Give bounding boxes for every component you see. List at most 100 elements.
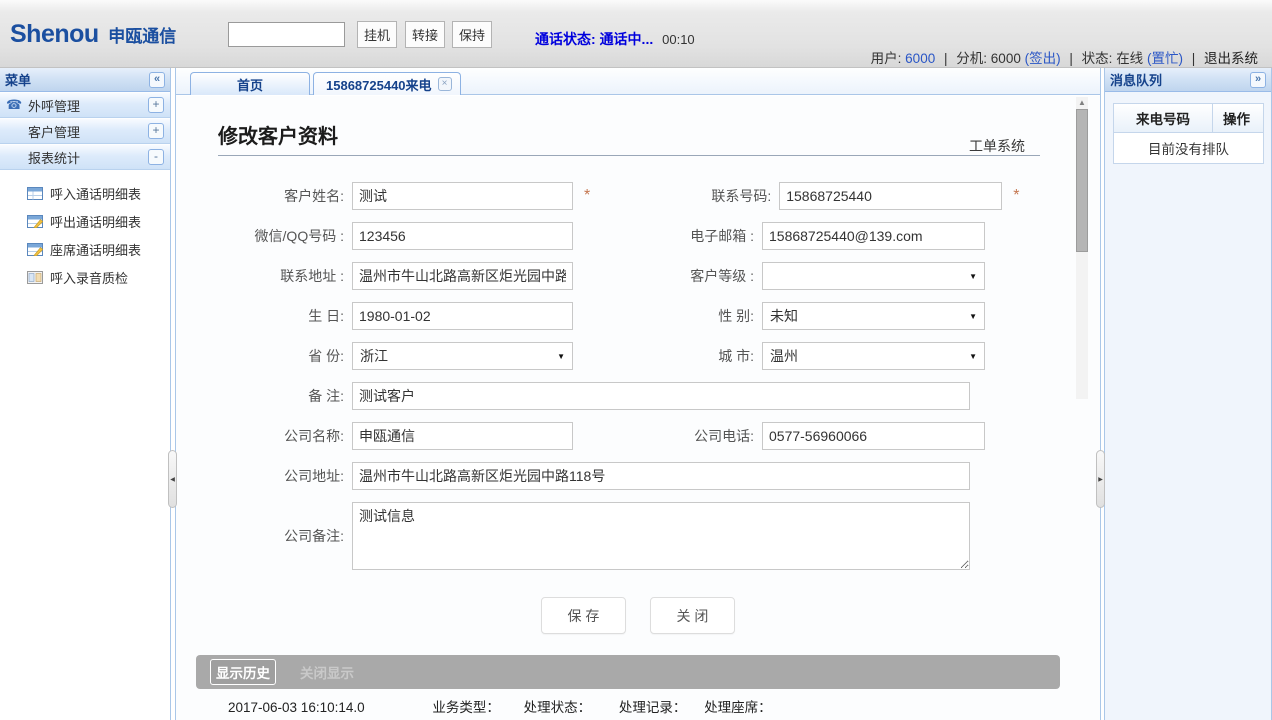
- scrollbar-thumb[interactable]: [1076, 109, 1088, 252]
- history-toolbar: 显示历史 关闭显示: [196, 655, 1060, 689]
- expand-queue-icon[interactable]: »: [1250, 72, 1266, 88]
- select-value: 未知: [770, 306, 798, 326]
- set-busy-link[interactable]: (置忙): [1147, 51, 1183, 66]
- left-splitter-handle[interactable]: ◀: [168, 450, 177, 508]
- work-order-system-link[interactable]: 工单系统: [969, 136, 1025, 156]
- state-label: 状态:: [1082, 51, 1113, 66]
- brand-logo-en: Shenou: [10, 20, 99, 48]
- sidebar-item-label: 呼入通话明细表: [50, 184, 141, 203]
- table-edit-icon: [27, 215, 43, 228]
- title-divider: [218, 155, 1040, 156]
- company-address-input[interactable]: [352, 462, 970, 490]
- page-title: 修改客户资料: [218, 120, 338, 149]
- collapse-icon[interactable]: -: [148, 149, 164, 165]
- divider: |: [944, 51, 948, 66]
- phone-icon: ☎: [6, 97, 24, 113]
- sidebar-group-reports[interactable]: 报表统计 -: [0, 144, 170, 170]
- sidebar-item-label: 呼出通话明细表: [50, 212, 141, 231]
- main-panel: 首页 15868725440来电 × 修改客户资料 工单系统 客户姓名: * 联…: [176, 68, 1101, 720]
- save-button[interactable]: 保 存: [541, 597, 626, 634]
- expand-icon[interactable]: +: [148, 97, 164, 113]
- province-select[interactable]: 浙江 ▼: [352, 342, 573, 370]
- customer-form: 客户姓名: * 联系号码: * 微信/QQ号码 : 电子邮箱 : 联系地址 :: [176, 182, 1100, 582]
- form-row: 备 注:: [176, 382, 1100, 410]
- field-label: 公司备注:: [176, 526, 352, 546]
- customer-level-select[interactable]: ▼: [762, 262, 985, 290]
- sidebar-item-agent-call-report[interactable]: 座席通话明细表: [0, 235, 170, 263]
- sidebar-group-label: 报表统计: [28, 148, 80, 167]
- table-report-icon: [27, 187, 43, 200]
- sidebar-item-inbound-call-report[interactable]: 呼入通话明细表: [0, 179, 170, 207]
- company-name-input[interactable]: [352, 422, 573, 450]
- field-label: 客户姓名:: [176, 186, 352, 206]
- email-input[interactable]: [762, 222, 985, 250]
- queue-table: 来电号码 操作 目前没有排队: [1113, 103, 1264, 164]
- field-label: 联系号码:: [590, 186, 779, 206]
- company-phone-input[interactable]: [762, 422, 985, 450]
- contact-address-input[interactable]: [352, 262, 573, 290]
- birthday-input[interactable]: [352, 302, 573, 330]
- queue-empty-row: 目前没有排队: [1114, 133, 1263, 163]
- form-row: 公司名称: 公司电话:: [176, 422, 1100, 450]
- hold-button[interactable]: 保持: [452, 21, 492, 48]
- tab-home[interactable]: 首页: [190, 72, 310, 95]
- company-remark-textarea[interactable]: 测试信息: [352, 502, 970, 570]
- tab-incoming-call[interactable]: 15868725440来电 ×: [313, 72, 461, 95]
- sidebar-item-inbound-recording-qc[interactable]: 呼入录音质检: [0, 263, 170, 291]
- chevron-down-icon: ▼: [969, 272, 977, 281]
- field-label: 联系地址 :: [176, 266, 352, 286]
- main-scrollbar[interactable]: ▲: [1076, 97, 1088, 399]
- field-label: 公司名称:: [176, 426, 352, 446]
- dial-number-input[interactable]: [228, 22, 345, 47]
- show-history-button[interactable]: 显示历史: [210, 659, 276, 685]
- customer-name-input[interactable]: [352, 182, 573, 210]
- process-record-label: 处理记录：: [619, 700, 687, 715]
- remark-input[interactable]: [352, 382, 970, 410]
- field-label: 公司电话:: [573, 426, 762, 446]
- city-select[interactable]: 温州 ▼: [762, 342, 985, 370]
- scroll-up-icon[interactable]: ▲: [1076, 97, 1088, 109]
- right-splitter-handle[interactable]: ▶: [1096, 450, 1105, 508]
- form-row: 公司地址:: [176, 462, 1100, 490]
- session-info: 用户: 6000 | 分机: 6000 (签出) | 状态: 在线 (置忙) |…: [871, 47, 1258, 67]
- transfer-button[interactable]: 转接: [405, 21, 445, 48]
- hide-history-button[interactable]: 关闭显示: [300, 662, 354, 682]
- field-label: 公司地址:: [176, 466, 352, 486]
- chevron-down-icon: ▼: [969, 352, 977, 361]
- field-label: 电子邮箱 :: [573, 226, 762, 246]
- history-timestamp: 2017-06-03 16:10:14.0: [228, 700, 365, 715]
- column-caller-number: 来电号码: [1114, 104, 1212, 132]
- gender-select[interactable]: 未知 ▼: [762, 302, 985, 330]
- hangup-button[interactable]: 挂机: [357, 21, 397, 48]
- field-label: 生 日:: [176, 306, 352, 326]
- sign-out-link[interactable]: (签出): [1025, 51, 1061, 66]
- field-label: 城 市:: [573, 346, 762, 366]
- wechat-qq-input[interactable]: [352, 222, 573, 250]
- divider: |: [1069, 51, 1073, 66]
- form-row: 客户姓名: * 联系号码: *: [176, 182, 1100, 210]
- table-edit-icon: [27, 243, 43, 256]
- user-label: 用户:: [871, 51, 902, 66]
- menu-panel-header: 菜单 «: [0, 68, 170, 92]
- sidebar-item-label: 呼入录音质检: [50, 268, 128, 287]
- contact-number-input[interactable]: [779, 182, 1002, 210]
- extension-label: 分机:: [956, 51, 987, 66]
- field-label: 性 别:: [573, 306, 762, 326]
- required-mark: *: [1013, 182, 1019, 210]
- collapse-sidebar-icon[interactable]: «: [149, 72, 165, 88]
- queue-title: 消息队列: [1110, 70, 1162, 89]
- user-id-link[interactable]: 6000: [905, 51, 935, 66]
- sidebar-item-outbound-call-report[interactable]: 呼出通话明细表: [0, 207, 170, 235]
- close-tab-icon[interactable]: ×: [438, 77, 452, 91]
- logout-link[interactable]: 退出系统: [1204, 51, 1258, 66]
- form-row: 微信/QQ号码 : 电子邮箱 :: [176, 222, 1100, 250]
- call-status: 通话状态: 通话中... 00:10: [535, 29, 695, 49]
- top-bar: Shenou 申瓯通信 挂机 转接 保持 通话状态: 通话中... 00:10 …: [0, 0, 1272, 68]
- call-status-value: 通话中...: [600, 31, 654, 47]
- sidebar-group-outbound[interactable]: ☎ 外呼管理 +: [0, 92, 170, 118]
- process-status-label: 处理状态：: [524, 700, 592, 715]
- sidebar-group-customers[interactable]: 客户管理 +: [0, 118, 170, 144]
- expand-icon[interactable]: +: [148, 123, 164, 139]
- close-button[interactable]: 关 闭: [650, 597, 735, 634]
- state-value: 在线: [1116, 51, 1143, 66]
